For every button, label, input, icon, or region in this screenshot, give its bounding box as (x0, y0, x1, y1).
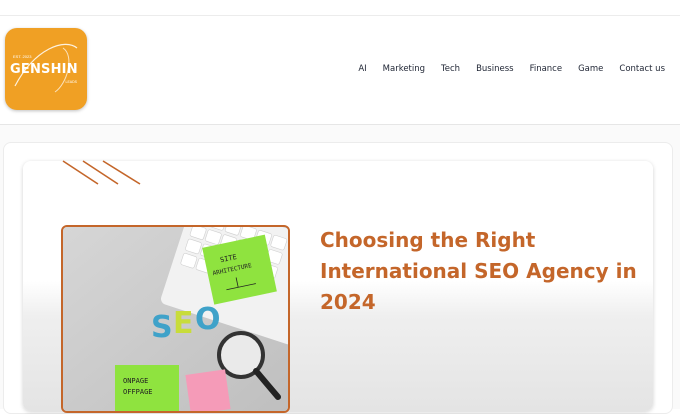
main-nav: AI Marketing Tech Business Finance Game … (342, 64, 665, 74)
svg-text:S: S (151, 310, 173, 345)
logo-brand-text: GENSHIN (10, 62, 78, 77)
svg-text:E: E (173, 306, 194, 341)
nav-item-tech[interactable]: Tech (425, 64, 460, 74)
svg-text:OFFPAGE: OFFPAGE (123, 388, 153, 396)
nav-item-business[interactable]: Business (460, 64, 513, 74)
svg-text:O: O (195, 302, 221, 337)
article-title[interactable]: Choosing the Right International SEO Age… (320, 225, 640, 318)
nav-item-marketing[interactable]: Marketing (367, 64, 425, 74)
sticky-note-green-2: ONPAGE OFFPAGE (115, 365, 179, 411)
sticky-note-pink (185, 369, 231, 411)
nav-item-ai[interactable]: AI (342, 64, 366, 74)
seo-desk-image: SITE ARHITECTURE S E O ONPAGE OFFPAGE (63, 227, 288, 411)
site-logo[interactable]: EST. 2023 GENSHIN LEADS (5, 28, 87, 110)
nav-item-finance[interactable]: Finance (514, 64, 563, 74)
svg-text:ONPAGE: ONPAGE (123, 377, 148, 385)
top-strip (0, 0, 680, 16)
nav-item-contact[interactable]: Contact us (603, 64, 665, 74)
article-thumbnail[interactable]: SITE ARHITECTURE S E O ONPAGE OFFPAGE (61, 225, 290, 413)
site-header: EST. 2023 GENSHIN LEADS AI Marketing Tec… (0, 16, 680, 125)
nav-item-game[interactable]: Game (562, 64, 603, 74)
logo-est-text: EST. 2023 (13, 54, 32, 59)
logo-tagline-text: LEADS (65, 80, 77, 84)
decorative-stripes-icon (62, 160, 141, 185)
